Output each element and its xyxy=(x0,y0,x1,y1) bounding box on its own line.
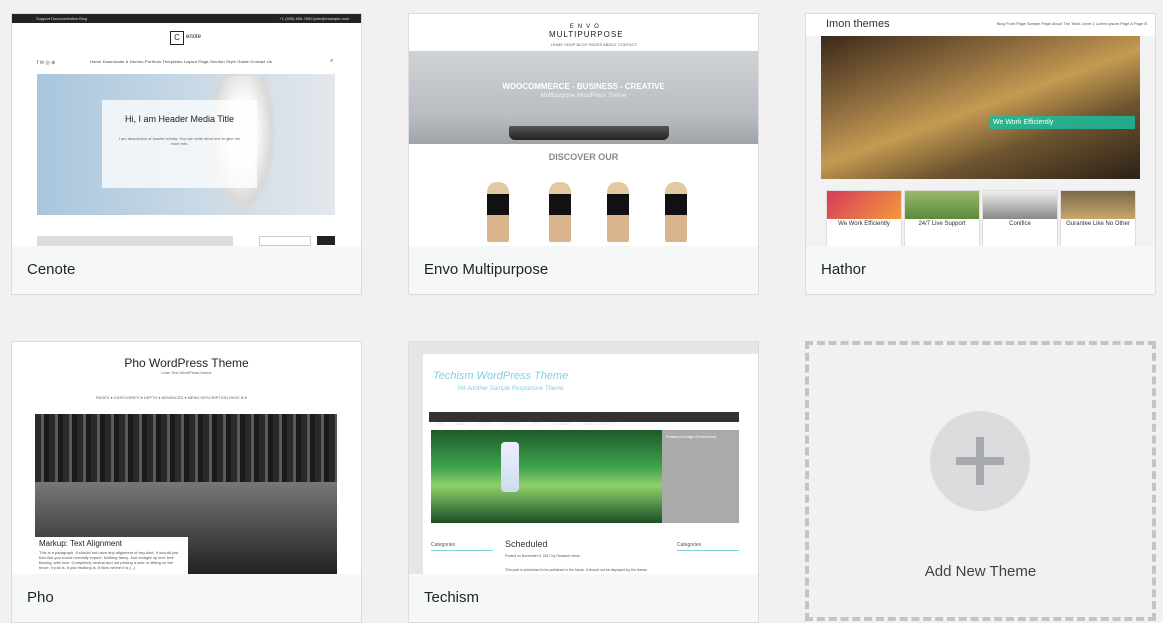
product-image xyxy=(549,182,571,242)
hero-image xyxy=(821,36,1140,179)
theme-name: Hathor xyxy=(806,246,1155,294)
social-icons: f ✉ ◎ ⊕ xyxy=(37,60,56,66)
theme-screenshot[interactable]: ENVO MULTIPURPOSE HOME SHOP BLOG PAGES A… xyxy=(409,14,758,247)
post-title: Scheduled xyxy=(505,539,548,549)
footer-image xyxy=(37,236,233,246)
logo-text: enote xyxy=(186,34,202,40)
theme-card-pho[interactable]: Pho WordPress Theme Lean Test WordPress … xyxy=(11,341,362,623)
site-header: Imon themes Blog Front Page Sample Page … xyxy=(806,14,1155,36)
post-excerpt: This post is scheduled to be published i… xyxy=(505,568,648,572)
post-meta: Posted on November 5, 2017 by Giovanni V… xyxy=(505,554,583,558)
waterfall-image xyxy=(501,442,519,492)
nav-menu: PAGES ▾ CATEGORIES ▾ DEPTH ▾ ADVANCED ▾ … xyxy=(96,395,247,400)
site-logo: Techism WordPress Theme xyxy=(433,370,569,382)
add-new-theme-card[interactable]: Add New Theme xyxy=(805,341,1156,621)
post-card: Markup: Text Alignment This is a paragra… xyxy=(35,537,188,574)
theme-screenshot[interactable]: Support Documentation Blog +1 (555) 656-… xyxy=(12,14,361,247)
nav-menu: HOME ABOUT POSTS CATEGORY DEPTH ADVANCED… xyxy=(429,412,739,426)
feature-card: Gurantee Like No Other xyxy=(1060,190,1136,246)
theme-name: Techism xyxy=(409,574,758,622)
theme-name: Pho xyxy=(12,574,361,622)
widget-categories: Categories xyxy=(677,542,739,551)
search-field xyxy=(259,236,311,246)
site-tagline: Lean Test WordPress theme xyxy=(161,370,212,375)
product-image xyxy=(665,182,687,242)
site-tagline: Yet Another Sample Responsive Theme xyxy=(457,386,564,392)
theme-card-hathor[interactable]: Imon themes Blog Front Page Sample Page … xyxy=(805,13,1156,295)
hero-box: Hi, I am Header Media Title I am descrip… xyxy=(102,100,257,188)
site-title: Pho WordPress Theme xyxy=(124,356,249,370)
product-image xyxy=(487,182,509,242)
theme-card-cenote[interactable]: Support Documentation Blog +1 (555) 656-… xyxy=(11,13,362,295)
logo: Imon themes xyxy=(826,18,890,30)
feature-card: 24/7 Live Support xyxy=(904,190,980,246)
site-header: ENVO MULTIPURPOSE HOME SHOP BLOG PAGES A… xyxy=(409,14,758,51)
logo: ENVO MULTIPURPOSE xyxy=(549,24,624,39)
search-button xyxy=(317,236,335,245)
laptop-image xyxy=(509,126,669,140)
slider-image xyxy=(431,430,662,523)
add-new-theme-label: Add New Theme xyxy=(924,563,1037,580)
section-title: DISCOVER OUR xyxy=(548,152,619,162)
theme-screenshot[interactable]: Imon themes Blog Front Page Sample Page … xyxy=(806,14,1155,247)
slider-caption: Featured Image (Horizontal) xyxy=(662,430,739,523)
nav-menu: HOME SHOP BLOG PAGES ABOUT CONTACT xyxy=(551,42,637,47)
product-image xyxy=(607,182,629,242)
hero-tagline: We Work Efficiently xyxy=(989,116,1135,129)
nav-menu: Blog Front Page Sample Page About The Te… xyxy=(996,21,1147,26)
theme-screenshot[interactable]: Pho WordPress Theme Lean Test WordPress … xyxy=(12,342,361,575)
topbar: Support Documentation Blog +1 (555) 656-… xyxy=(12,14,361,23)
widget-categories: Categories xyxy=(431,542,493,551)
theme-name: Envo Multipurpose xyxy=(409,246,758,294)
search-icon: ⌕ xyxy=(330,58,334,64)
feature-card: Conifice xyxy=(982,190,1058,246)
feature-card: We Work Efficiently xyxy=(826,190,902,246)
plus-icon[interactable] xyxy=(930,411,1030,511)
theme-card-techism[interactable]: Techism WordPress Theme Yet Another Samp… xyxy=(408,341,759,623)
theme-card-envo-multipurpose[interactable]: ENVO MULTIPURPOSE HOME SHOP BLOG PAGES A… xyxy=(408,13,759,295)
nav-menu: Home Downloads & Demos Portfolio Templat… xyxy=(90,59,273,64)
theme-screenshot[interactable]: Techism WordPress Theme Yet Another Samp… xyxy=(409,342,758,575)
logo-mark: C xyxy=(170,31,184,45)
theme-name: Cenote xyxy=(12,246,361,294)
